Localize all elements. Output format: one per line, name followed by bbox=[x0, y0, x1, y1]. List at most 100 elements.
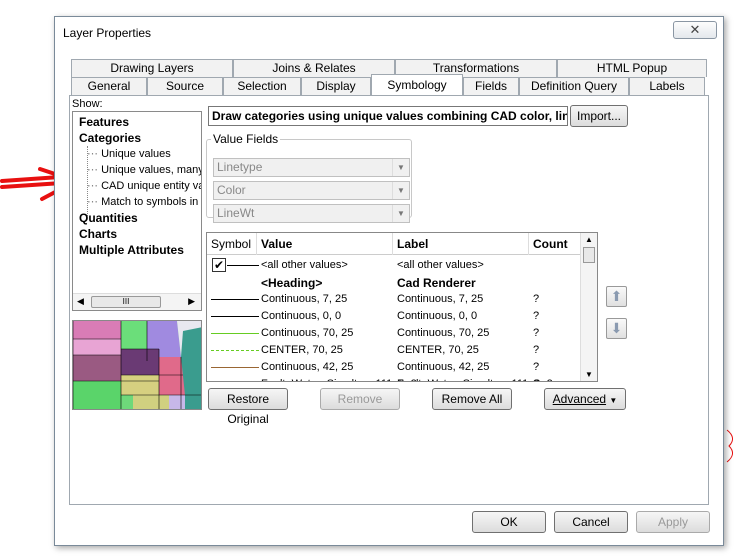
cell-count: ? bbox=[533, 344, 540, 356]
cell-value: Fault_Water_Simulteo_111, 0, 2 bbox=[261, 378, 417, 381]
table-row[interactable]: Continuous, 7, 25 Continuous, 7, 25? bbox=[207, 291, 580, 308]
symbology-preview-map bbox=[72, 320, 202, 410]
line-symbol bbox=[211, 333, 259, 334]
values-table: Symbol Value Label Count ✔ <all other val… bbox=[206, 232, 598, 382]
tab-symbology[interactable]: Symbology bbox=[371, 74, 463, 95]
value-fields-legend: Value Fields bbox=[213, 132, 279, 146]
cell-count: ? bbox=[533, 310, 540, 322]
tab-display[interactable]: Display bbox=[301, 77, 371, 95]
tab-general[interactable]: General bbox=[71, 77, 147, 95]
cell-label: Fault_Water_Simulteo_111, 0, 2 bbox=[397, 378, 553, 381]
dropdown-arrow-icon: ▼ bbox=[609, 396, 618, 405]
tab-fields[interactable]: Fields bbox=[463, 77, 519, 95]
cell-label: CENTER, 70, 25 bbox=[397, 344, 479, 356]
tab-selection[interactable]: Selection bbox=[223, 77, 301, 95]
tab-source[interactable]: Source bbox=[147, 77, 223, 95]
arrow-up-icon: ⬆ bbox=[610, 288, 623, 304]
tree-item-quantities[interactable]: Quantities bbox=[79, 211, 138, 225]
show-label: Show: bbox=[72, 98, 103, 110]
line-symbol bbox=[211, 350, 259, 351]
header-value[interactable]: Value bbox=[257, 233, 393, 255]
tree-item-unique-values[interactable]: ⋯ Unique values bbox=[87, 147, 171, 160]
tree-item-multiple-attributes[interactable]: Multiple Attributes bbox=[79, 243, 184, 257]
window-title: Layer Properties bbox=[63, 26, 152, 40]
line-symbol bbox=[211, 367, 259, 368]
cancel-button[interactable]: Cancel bbox=[554, 511, 628, 533]
tab-row-bottom: General Source Selection Display Symbolo… bbox=[71, 74, 705, 95]
table-row[interactable]: ✔ <all other values> <all other values> bbox=[207, 257, 580, 274]
renderer-description: Draw categories using unique values comb… bbox=[208, 106, 568, 126]
table-header: Symbol Value Label Count bbox=[207, 233, 580, 255]
cell-count: ? bbox=[533, 293, 540, 305]
cell-label: Continuous, 42, 25 bbox=[397, 361, 490, 373]
import-button[interactable]: Import... bbox=[570, 105, 628, 127]
scroll-right-icon[interactable]: ▶ bbox=[188, 296, 195, 307]
cell-count: ? bbox=[533, 361, 540, 373]
scroll-up-icon[interactable]: ▲ bbox=[585, 235, 593, 244]
close-button[interactable]: ✕ bbox=[673, 21, 717, 39]
cell-count: ? bbox=[533, 327, 540, 339]
titlebar: Layer Properties ✕ bbox=[55, 17, 723, 47]
move-up-button[interactable]: ⬆ bbox=[606, 286, 627, 307]
advanced-button[interactable]: Advanced ▼ bbox=[544, 388, 626, 410]
scroll-down-icon[interactable]: ▼ bbox=[585, 370, 593, 379]
cell-value: Continuous, 42, 25 bbox=[261, 361, 354, 373]
cell-label: Cad Renderer bbox=[397, 276, 476, 290]
cell-value: Continuous, 70, 25 bbox=[261, 327, 354, 339]
tree-item-charts[interactable]: Charts bbox=[79, 227, 117, 241]
line-symbol bbox=[211, 316, 259, 317]
header-label[interactable]: Label bbox=[393, 233, 529, 255]
move-down-button[interactable]: ⬇ bbox=[606, 318, 627, 339]
scroll-thumb[interactable]: III bbox=[91, 296, 161, 308]
cell-value: <all other values> bbox=[261, 259, 348, 271]
scroll-thumb[interactable] bbox=[583, 247, 595, 263]
table-row[interactable]: Continuous, 42, 25 Continuous, 42, 25? bbox=[207, 359, 580, 376]
line-symbol bbox=[227, 265, 259, 266]
line-symbol bbox=[211, 299, 259, 300]
tree-item-unique-values-many[interactable]: ⋯ Unique values, many bbox=[87, 163, 201, 176]
cell-label: Continuous, 0, 0 bbox=[397, 310, 478, 322]
tree-item-features[interactable]: Features bbox=[79, 115, 129, 129]
tab-html-popup[interactable]: HTML Popup bbox=[557, 59, 707, 77]
header-count[interactable]: Count bbox=[529, 233, 580, 255]
layer-properties-dialog: Layer Properties ✕ Drawing Layers Joins … bbox=[54, 16, 724, 546]
cell-label: Continuous, 70, 25 bbox=[397, 327, 490, 339]
remove-button[interactable]: Remove bbox=[320, 388, 400, 410]
tree-item-categories[interactable]: Categories bbox=[79, 131, 141, 145]
value-fields-group: Value Fields Linetype ▼ Color ▼ LineWt ▼ bbox=[206, 132, 412, 223]
tab-definition-query[interactable]: Definition Query bbox=[519, 77, 629, 95]
table-row[interactable]: <Heading> Cad Renderer bbox=[207, 274, 580, 291]
tab-drawing-layers[interactable]: Drawing Layers bbox=[71, 59, 233, 77]
table-vertical-scrollbar[interactable]: ▲ ▼ bbox=[580, 233, 597, 381]
restore-original-button[interactable]: Restore Original bbox=[208, 388, 288, 426]
table-row[interactable]: Continuous, 0, 0 Continuous, 0, 0? bbox=[207, 308, 580, 325]
tree-horizontal-scrollbar[interactable]: ◀ III ▶ bbox=[73, 293, 201, 310]
apply-button[interactable]: Apply bbox=[636, 511, 710, 533]
value-field-2-select[interactable]: Color ▼ bbox=[213, 181, 410, 200]
checkbox-icon[interactable]: ✔ bbox=[212, 258, 226, 272]
value-field-3-select[interactable]: LineWt ▼ bbox=[213, 204, 410, 223]
tree-item-match-to-symbols[interactable]: ⋯ Match to symbols in a bbox=[87, 195, 201, 208]
chevron-down-icon: ▼ bbox=[392, 159, 409, 176]
cell-label: Continuous, 7, 25 bbox=[397, 293, 484, 305]
cell-value: Continuous, 0, 0 bbox=[261, 310, 342, 322]
tab-labels[interactable]: Labels bbox=[629, 77, 705, 95]
cell-label: <all other values> bbox=[397, 259, 484, 271]
value-field-1-select[interactable]: Linetype ▼ bbox=[213, 158, 410, 177]
symbology-panel: Show: Features Categories ⋯ Unique value… bbox=[69, 95, 709, 505]
cell-value: <Heading> bbox=[261, 276, 323, 290]
chevron-down-icon: ▼ bbox=[392, 205, 409, 222]
scroll-left-icon[interactable]: ◀ bbox=[77, 296, 84, 307]
table-row[interactable]: Continuous, 70, 25 Continuous, 70, 25? bbox=[207, 325, 580, 342]
cell-value: CENTER, 70, 25 bbox=[261, 344, 343, 356]
cell-count: ? bbox=[533, 378, 539, 381]
table-row[interactable]: Fault_Water_Simulteo_111, 0, 2Fault_Wate… bbox=[207, 376, 580, 381]
chevron-down-icon: ▼ bbox=[392, 182, 409, 199]
header-symbol[interactable]: Symbol bbox=[207, 233, 257, 255]
tree-item-cad-unique-entity[interactable]: ⋯ CAD unique entity val bbox=[87, 179, 201, 192]
ok-button[interactable]: OK bbox=[472, 511, 546, 533]
remove-all-button[interactable]: Remove All bbox=[432, 388, 512, 410]
table-row[interactable]: CENTER, 70, 25 CENTER, 70, 25? bbox=[207, 342, 580, 359]
show-tree: Features Categories ⋯ Unique values ⋯ Un… bbox=[72, 111, 202, 311]
red-annotation-mark bbox=[725, 428, 739, 466]
